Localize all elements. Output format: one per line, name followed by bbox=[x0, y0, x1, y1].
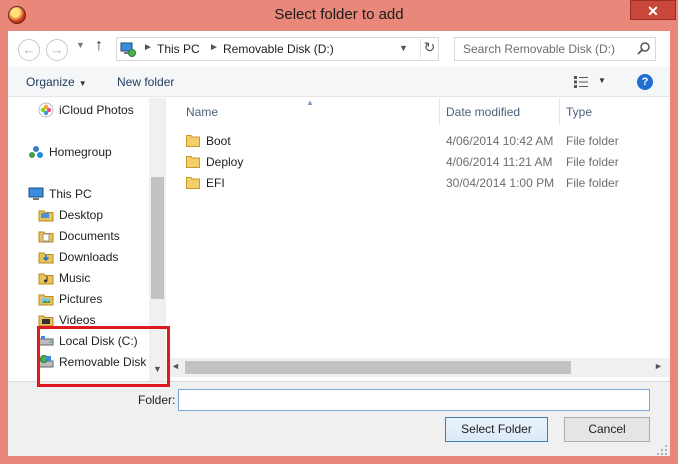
command-toolbar: Organize ▼ New folder ▼ ? bbox=[8, 67, 670, 97]
computer-icon bbox=[28, 187, 44, 200]
file-name: EFI bbox=[206, 176, 225, 190]
cancel-button[interactable]: Cancel bbox=[564, 417, 650, 442]
file-name: Boot bbox=[206, 134, 231, 148]
organize-menu-button[interactable]: Organize ▼ bbox=[26, 75, 87, 89]
computer-icon bbox=[120, 42, 136, 57]
change-view-icon[interactable] bbox=[574, 76, 588, 88]
folder-icon bbox=[186, 135, 200, 147]
close-button[interactable]: ✕ bbox=[630, 0, 676, 20]
folder-icon bbox=[38, 294, 54, 306]
folder-icon bbox=[38, 252, 54, 264]
file-date: 4/06/2014 11:21 AM bbox=[446, 155, 553, 169]
organize-label: Organize bbox=[26, 75, 75, 89]
help-icon[interactable]: ? bbox=[637, 74, 653, 90]
folder-icon bbox=[186, 156, 200, 168]
sidebar-item-label: iCloud Photos bbox=[59, 103, 134, 117]
navigation-bar: ← → ▼ ↑ ► This PC ► Removable Disk (D:) … bbox=[8, 31, 670, 67]
search-input[interactable]: Search Removable Disk (D:) bbox=[454, 37, 656, 61]
recent-locations-dropdown-icon[interactable]: ▼ bbox=[76, 40, 85, 50]
sidebar-item-label: Documents bbox=[59, 229, 120, 243]
folder-icon bbox=[186, 177, 200, 189]
scrollbar-thumb[interactable] bbox=[185, 361, 571, 374]
new-folder-button[interactable]: New folder bbox=[117, 75, 174, 89]
breadcrumb-this-pc[interactable]: This PC bbox=[157, 42, 200, 56]
chevron-down-icon: ▼ bbox=[78, 79, 87, 88]
scroll-left-icon[interactable]: ◄ bbox=[171, 361, 180, 371]
homegroup-icon bbox=[29, 146, 43, 158]
dialog-window: Select folder to add ✕ ← → ▼ ↑ ► This PC… bbox=[0, 0, 678, 464]
back-button[interactable]: ← bbox=[18, 39, 40, 61]
breadcrumb-separator-icon[interactable]: ► bbox=[209, 42, 219, 53]
sidebar-item-label: This PC bbox=[49, 187, 92, 201]
column-divider[interactable] bbox=[439, 98, 440, 124]
file-date: 30/04/2014 1:00 PM bbox=[446, 176, 555, 190]
column-header-type[interactable]: Type bbox=[566, 105, 592, 119]
forward-button[interactable]: → bbox=[46, 39, 68, 61]
up-button[interactable]: ↑ bbox=[95, 37, 103, 55]
folder-name-input[interactable] bbox=[178, 389, 650, 411]
file-row-efi[interactable]: EFI 30/04/2014 1:00 PM File folder bbox=[166, 173, 670, 194]
folder-icon bbox=[38, 231, 54, 243]
window-title: Select folder to add bbox=[274, 6, 404, 23]
scroll-right-icon[interactable]: ► bbox=[654, 361, 663, 371]
sidebar-item-label: Pictures bbox=[59, 292, 103, 306]
sidebar-item-label: Desktop bbox=[59, 208, 104, 222]
dialog-footer: Folder: Select Folder Cancel bbox=[8, 381, 670, 456]
folder-icon bbox=[38, 273, 54, 285]
file-row-boot[interactable]: Boot 4/06/2014 10:42 AM File folder bbox=[166, 131, 670, 152]
breadcrumb-separator-icon[interactable]: ► bbox=[143, 42, 153, 53]
column-divider[interactable] bbox=[559, 98, 560, 124]
file-type: File folder bbox=[566, 155, 619, 169]
column-header-name[interactable]: Name bbox=[186, 105, 218, 119]
column-header-date-modified[interactable]: Date modified bbox=[446, 105, 520, 119]
sort-ascending-icon: ▲ bbox=[306, 98, 314, 107]
file-name: Deploy bbox=[206, 155, 244, 169]
sidebar-item-label: Videos bbox=[59, 313, 96, 327]
search-icon[interactable] bbox=[637, 41, 651, 55]
highlight-annotation-box bbox=[37, 326, 170, 387]
file-type: File folder bbox=[566, 134, 619, 148]
address-bar[interactable]: ► This PC ► Removable Disk (D:) ▼ ↻ bbox=[116, 37, 439, 61]
view-options-dropdown-icon[interactable]: ▼ bbox=[598, 76, 606, 85]
select-folder-button[interactable]: Select Folder bbox=[445, 417, 548, 442]
icloud-photos-icon bbox=[38, 102, 54, 118]
file-date: 4/06/2014 10:42 AM bbox=[446, 134, 554, 148]
file-row-deploy[interactable]: Deploy 4/06/2014 11:21 AM File folder bbox=[166, 152, 670, 173]
file-list-horizontal-scrollbar[interactable]: ◄ ► bbox=[166, 358, 670, 377]
title-bar[interactable]: Select folder to add ✕ bbox=[0, 0, 678, 31]
breadcrumb-removable-disk[interactable]: Removable Disk (D:) bbox=[223, 42, 334, 56]
sidebar-item-label: Downloads bbox=[59, 250, 119, 264]
sidebar-item-label: Music bbox=[59, 271, 91, 285]
search-placeholder: Search Removable Disk (D:) bbox=[463, 42, 616, 56]
dialog-client-area: ← → ▼ ↑ ► This PC ► Removable Disk (D:) … bbox=[8, 31, 670, 456]
sidebar-item-label: Homegroup bbox=[49, 145, 112, 159]
file-type: File folder bbox=[566, 176, 619, 190]
refresh-button[interactable]: ↻ bbox=[420, 39, 438, 59]
file-list: ▲ Name Date modified Type Boot 4/06/2014… bbox=[166, 98, 670, 381]
scrollbar-thumb[interactable] bbox=[151, 177, 164, 299]
folder-icon bbox=[38, 210, 54, 222]
address-dropdown-icon[interactable]: ▼ bbox=[399, 43, 408, 53]
resize-grip-icon[interactable] bbox=[656, 444, 668, 456]
folder-label: Folder: bbox=[138, 393, 176, 407]
